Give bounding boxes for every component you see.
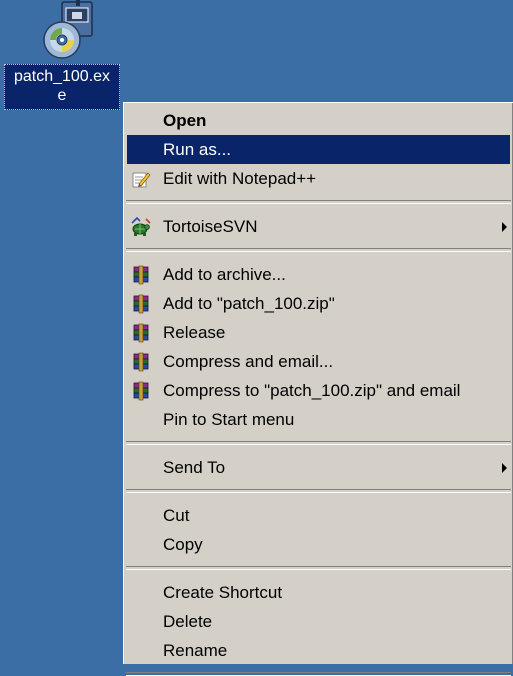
menu-item-cut[interactable]: Cut <box>124 501 513 530</box>
menu-item-release[interactable]: Release <box>124 318 513 347</box>
submenu-arrow-icon <box>502 222 507 232</box>
menu-item-compress-to-zip-and-email[interactable]: Compress to "patch_100.zip" and email <box>124 376 513 405</box>
menu-separator <box>126 672 511 676</box>
desktop-file-label: patch_100.ex e <box>4 64 120 110</box>
menu-item-send-to[interactable]: Send To <box>124 453 513 482</box>
winrar-icon <box>133 323 149 343</box>
desktop-file-patch-100[interactable]: patch_100.ex e <box>2 0 122 120</box>
notepadpp-icon <box>132 172 151 188</box>
menu-item-rename[interactable]: Rename <box>124 636 513 665</box>
installer-icon <box>43 0 93 59</box>
winrar-icon <box>133 381 149 401</box>
tortoisesvn-icon <box>131 217 151 236</box>
context-menu: Open Run as... Edit with Notepad++ Torto… <box>123 102 513 676</box>
desktop[interactable]: patch_100.ex e Open Run as... Edit with … <box>0 0 513 676</box>
menu-item-add-to-archive[interactable]: Add to archive... <box>124 260 513 289</box>
menu-separator <box>126 441 511 445</box>
winrar-icon <box>133 352 149 372</box>
menu-item-add-to-patch-zip[interactable]: Add to "patch_100.zip" <box>124 289 513 318</box>
menu-item-open[interactable]: Open <box>124 106 513 135</box>
menu-separator <box>126 489 511 493</box>
menu-item-run-as[interactable]: Run as... <box>127 135 510 164</box>
menu-item-create-shortcut[interactable]: Create Shortcut <box>124 578 513 607</box>
winrar-icon <box>133 294 149 314</box>
menu-item-pin-to-start-menu[interactable]: Pin to Start menu <box>124 405 513 434</box>
submenu-arrow-icon <box>502 463 507 473</box>
menu-item-compress-and-email[interactable]: Compress and email... <box>124 347 513 376</box>
menu-separator <box>126 200 511 204</box>
menu-item-tortoisesvn[interactable]: TortoiseSVN <box>124 212 513 241</box>
menu-separator <box>126 248 511 252</box>
menu-separator <box>126 566 511 570</box>
menu-item-delete[interactable]: Delete <box>124 607 513 636</box>
menu-item-edit-with-notepadpp[interactable]: Edit with Notepad++ <box>124 164 513 193</box>
winrar-icon <box>133 265 149 285</box>
menu-item-copy[interactable]: Copy <box>124 530 513 559</box>
